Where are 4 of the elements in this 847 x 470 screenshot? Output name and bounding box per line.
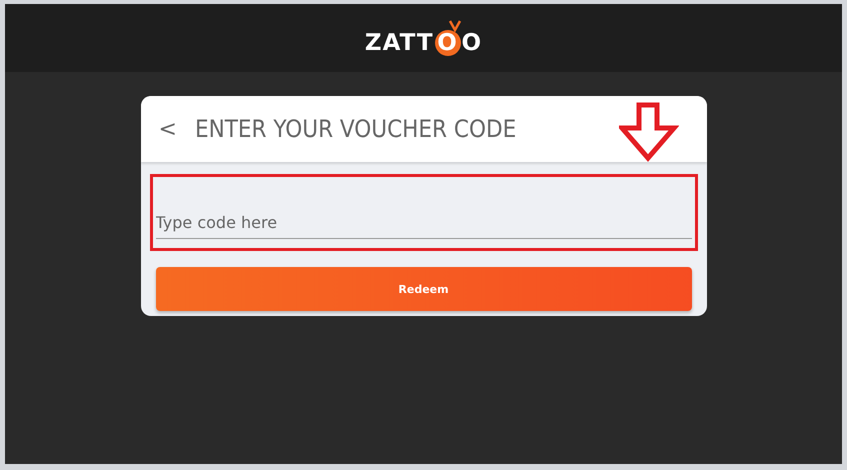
code-input-field[interactable]: Type code here — [156, 209, 692, 239]
back-button[interactable]: < — [158, 116, 177, 142]
page-title: ENTER YOUR VOUCHER CODE — [194, 115, 516, 143]
redeem-button[interactable]: Redeem — [156, 267, 692, 311]
